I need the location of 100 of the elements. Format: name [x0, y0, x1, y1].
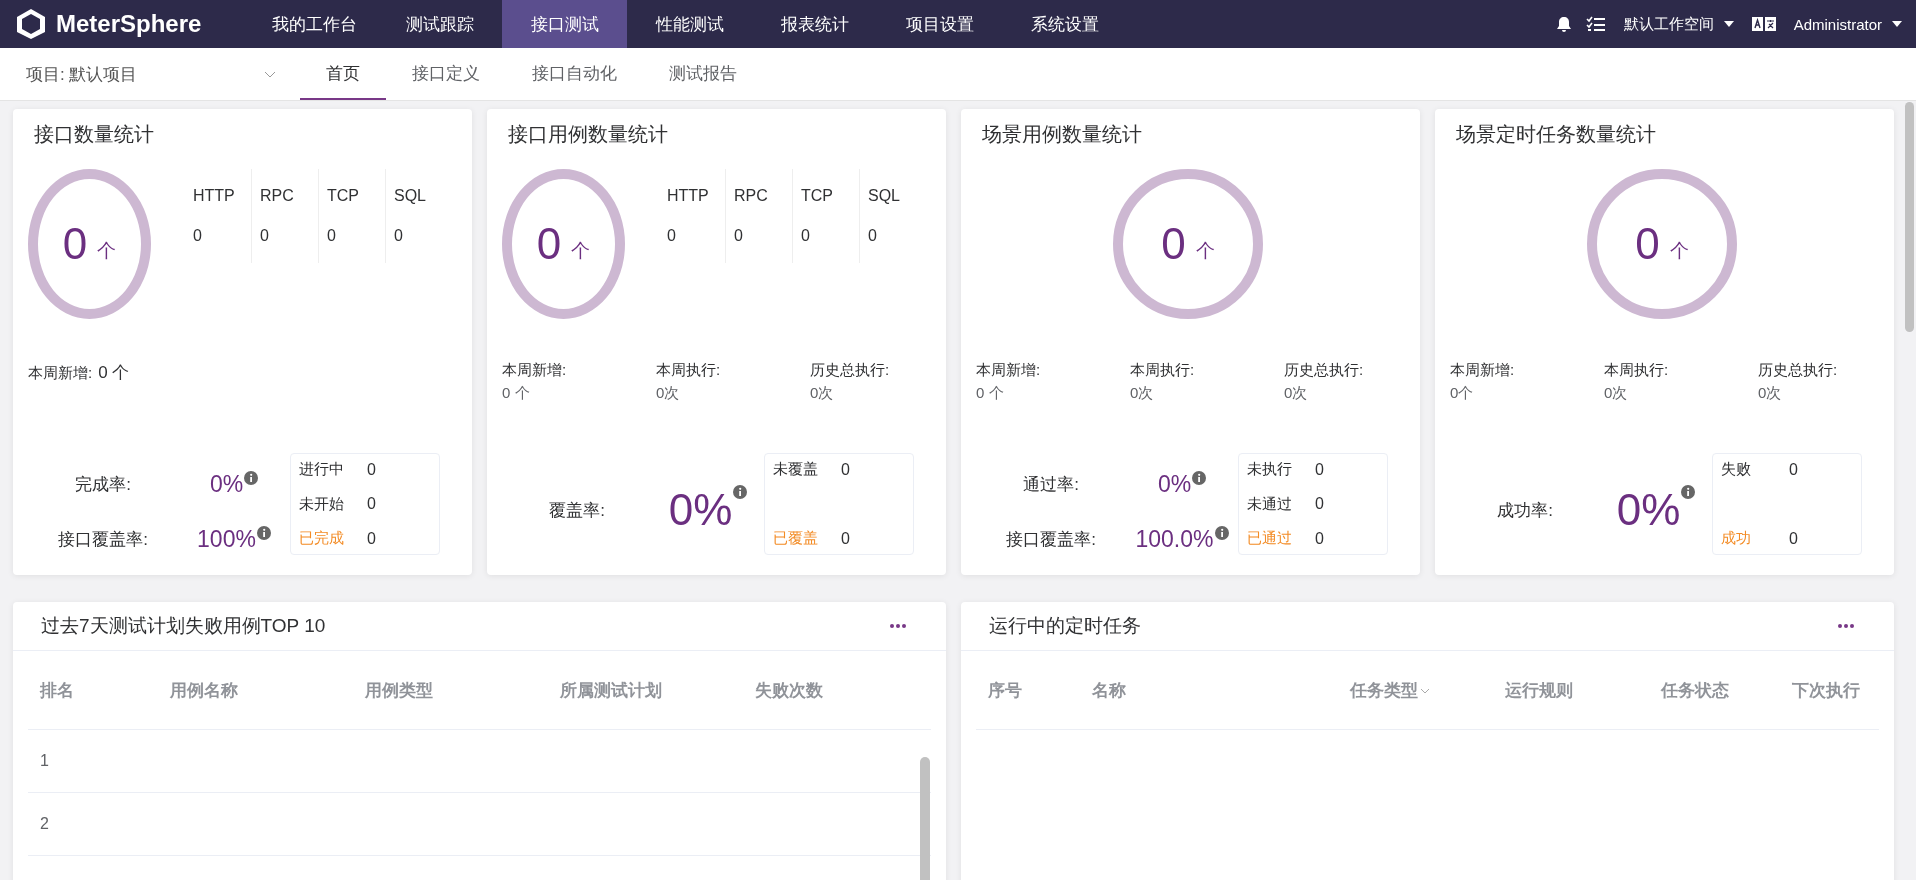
sub-nav-tab[interactable]: 接口定义	[386, 48, 506, 100]
panel-title: 运行中的定时任务	[989, 614, 1141, 638]
column-header: 下次执行	[1790, 680, 1861, 702]
status-count: 0	[367, 460, 376, 479]
nav-tab[interactable]: 项目设置	[877, 0, 1002, 48]
protocol-count: 0	[394, 227, 404, 245]
column-header: 排名	[38, 680, 75, 702]
caret-icon	[1723, 21, 1734, 27]
stat-label: 历史总执行:	[1758, 361, 1838, 380]
protocol-count: 0	[260, 227, 270, 245]
stat-value: 0次	[1604, 384, 1629, 403]
count-value: 0	[1635, 219, 1660, 269]
status-label: 进行中	[299, 460, 345, 479]
protocol-label: RPC	[734, 187, 769, 205]
column-header: 名称	[1091, 680, 1128, 702]
nav-tab[interactable]: 测试跟踪	[377, 0, 502, 48]
count-unit: 个	[97, 239, 117, 263]
stat-value: 0 个	[976, 384, 1005, 403]
rate-value: 0%	[209, 471, 244, 498]
card-title: 接口用例数量统计	[507, 122, 669, 147]
card-title: 场景用例数量统计	[981, 122, 1143, 147]
stat-value: 0次	[1130, 384, 1155, 403]
column-header: 运行规则	[1504, 680, 1575, 702]
translate-icon[interactable]	[1751, 17, 1776, 31]
workspace-dropdown[interactable]: 默认工作空间	[1619, 14, 1738, 34]
project-select[interactable]: 项目: 默认项目	[26, 48, 276, 100]
protocol-count: 0	[667, 227, 677, 245]
rate-value: 0%	[1157, 471, 1192, 498]
chevron-down-icon	[264, 70, 276, 78]
nav-tab[interactable]: 性能测试	[627, 0, 752, 48]
more-icon[interactable]	[890, 624, 906, 628]
status-label: 失败	[1721, 460, 1752, 479]
rate-value: 100%	[197, 526, 256, 553]
status-label: 已通过	[1247, 529, 1293, 548]
stat-label: 本周新增:	[1450, 361, 1516, 380]
status-count: 0	[1315, 495, 1324, 513]
info-icon[interactable]	[256, 526, 271, 540]
stat-label: 本周新增:	[976, 361, 1042, 380]
nav-tab[interactable]: 接口测试	[502, 0, 627, 48]
nav-tab[interactable]: 系统设置	[1002, 0, 1127, 48]
status-count: 0	[367, 495, 376, 513]
stat-value: 0次	[1758, 384, 1783, 403]
sub-nav-tab[interactable]: 接口自动化	[506, 48, 643, 100]
column-header: 序号	[987, 680, 1023, 702]
sub-nav-tab[interactable]: 测试报告	[643, 48, 763, 100]
count-value: 0	[536, 219, 562, 269]
stat-value: 0次	[656, 384, 681, 403]
count-unit: 个	[1195, 239, 1215, 263]
protocol-label: HTTP	[193, 187, 236, 205]
status-label: 未通过	[1247, 494, 1293, 514]
info-icon[interactable]	[733, 485, 748, 499]
stat-label: 本周新增:	[502, 361, 568, 380]
stat-label: 本周执行:	[1130, 361, 1196, 380]
info-icon[interactable]	[1214, 526, 1229, 540]
protocol-count: 0	[734, 227, 744, 245]
user-menu[interactable]: Administrator	[1789, 15, 1906, 33]
status-count: 0	[1789, 529, 1798, 548]
protocol-label: RPC	[260, 187, 295, 205]
logo-icon	[14, 7, 48, 41]
status-label: 已覆盖	[773, 529, 819, 548]
table-cell-text: 2	[39, 815, 50, 833]
stat-label: 历史总执行:	[810, 361, 890, 380]
scrollbar[interactable]	[1905, 102, 1914, 332]
status-label: 已完成	[299, 529, 345, 548]
protocol-count: 0	[193, 227, 203, 245]
column-header: 用例类型	[364, 680, 434, 702]
rate-label: 完成率:	[74, 474, 132, 496]
info-icon[interactable]	[1681, 485, 1696, 499]
chevron-down-icon	[1419, 687, 1430, 694]
more-icon[interactable]	[1838, 624, 1854, 628]
column-header: 任务状态	[1659, 680, 1730, 702]
status-count: 0	[367, 529, 376, 548]
stat-value: 0次	[810, 384, 835, 403]
count-unit: 个	[571, 239, 591, 263]
bell-icon[interactable]	[1555, 15, 1572, 33]
status-count: 0	[841, 529, 850, 548]
rate-value: 0%	[668, 485, 733, 535]
rate-label: 成功率:	[1496, 499, 1554, 522]
count-value: 0	[1161, 219, 1186, 269]
protocol-count: 0	[327, 227, 337, 245]
info-icon[interactable]	[244, 471, 259, 485]
checklist-icon[interactable]	[1585, 16, 1606, 32]
stat-value: 0 个	[98, 362, 130, 384]
status-count: 0	[1789, 460, 1798, 479]
status-count: 0	[841, 460, 850, 479]
stat-value: 0个	[1450, 384, 1475, 403]
info-icon[interactable]	[1192, 471, 1207, 485]
sub-nav-tab[interactable]: 首页	[300, 48, 386, 100]
table-cell-text: 1	[39, 752, 50, 770]
rate-value: 100.0%	[1135, 526, 1214, 553]
status-count: 0	[1315, 460, 1324, 479]
protocol-label: TCP	[801, 187, 834, 205]
column-header: 所属测试计划	[559, 680, 663, 702]
stat-value: 0次	[1284, 384, 1309, 403]
rate-label: 覆盖率:	[548, 499, 606, 522]
nav-tab[interactable]: 我的工作台	[252, 0, 377, 48]
brand-name: MeterSphere	[56, 10, 202, 38]
protocol-count: 0	[868, 227, 878, 245]
status-label: 未开始	[299, 494, 345, 514]
nav-tab[interactable]: 报表统计	[752, 0, 877, 48]
